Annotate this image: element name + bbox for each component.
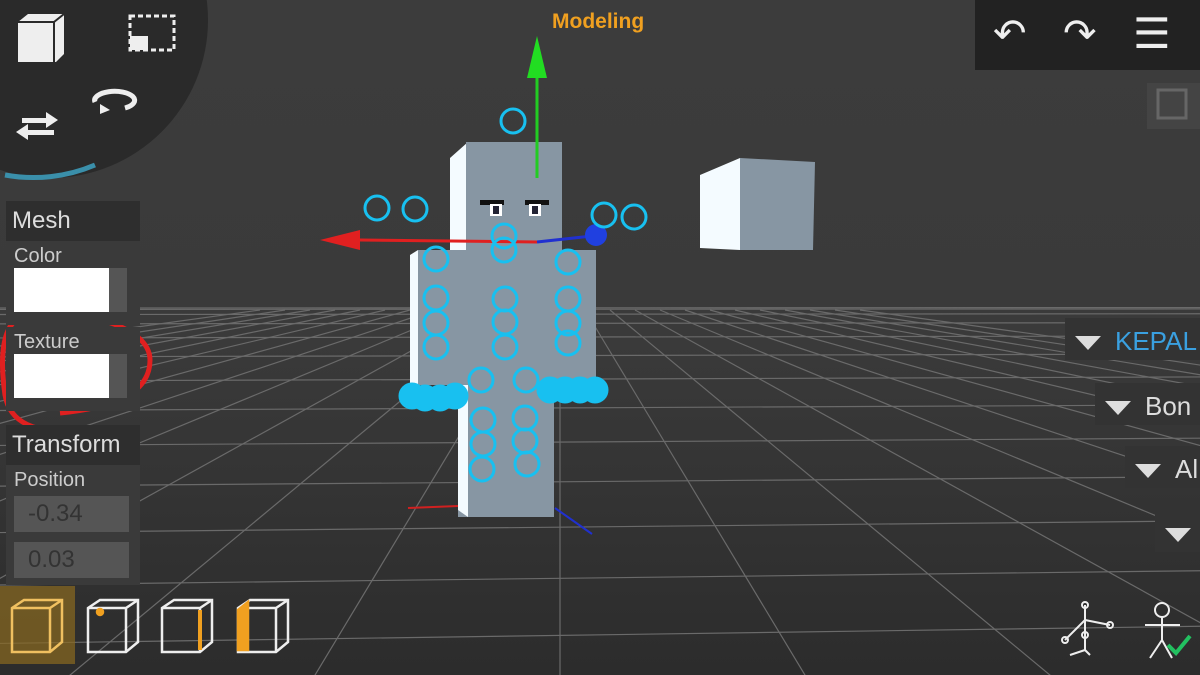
- redo-icon[interactable]: ↷: [1063, 14, 1097, 54]
- bone-joint[interactable]: [581, 376, 609, 404]
- position-y-field[interactable]: 0.03: [14, 542, 129, 578]
- hamburger-menu-icon[interactable]: ☰: [1133, 13, 1171, 55]
- hierarchy-item-kepala[interactable]: KEPAL: [1065, 318, 1200, 360]
- hierarchy-item-bone[interactable]: Bon: [1095, 383, 1200, 425]
- texture-swatch[interactable]: [14, 354, 109, 398]
- top-right-toolbar: ↶ ↷ ☰: [975, 0, 1200, 70]
- expand-triangle-icon[interactable]: [1135, 464, 1161, 479]
- hierarchy-item-4[interactable]: [1155, 510, 1200, 552]
- expand-triangle-icon[interactable]: [1165, 528, 1191, 543]
- bone-joint[interactable]: [441, 382, 469, 410]
- inspector-panel: Mesh Color Texture Transform Position -0…: [6, 201, 140, 585]
- viewport-3d[interactable]: [0, 0, 1200, 675]
- color-swatch[interactable]: [14, 268, 109, 312]
- mode-title: Modeling: [552, 10, 645, 33]
- hierarchy-item-al[interactable]: Al: [1125, 446, 1200, 488]
- undo-icon[interactable]: ↶: [993, 14, 1027, 54]
- expand-triangle-icon[interactable]: [1075, 336, 1101, 351]
- transform-header: Transform: [6, 425, 140, 465]
- texture-label: Texture: [14, 331, 80, 353]
- expand-triangle-icon[interactable]: [1105, 401, 1131, 416]
- grid-line: [0, 313, 1200, 316]
- cube-object: [700, 158, 815, 250]
- mesh-header: Mesh: [6, 201, 140, 241]
- position-label: Position: [14, 469, 86, 491]
- position-x-field[interactable]: -0.34: [14, 496, 129, 532]
- color-label: Color: [14, 245, 62, 267]
